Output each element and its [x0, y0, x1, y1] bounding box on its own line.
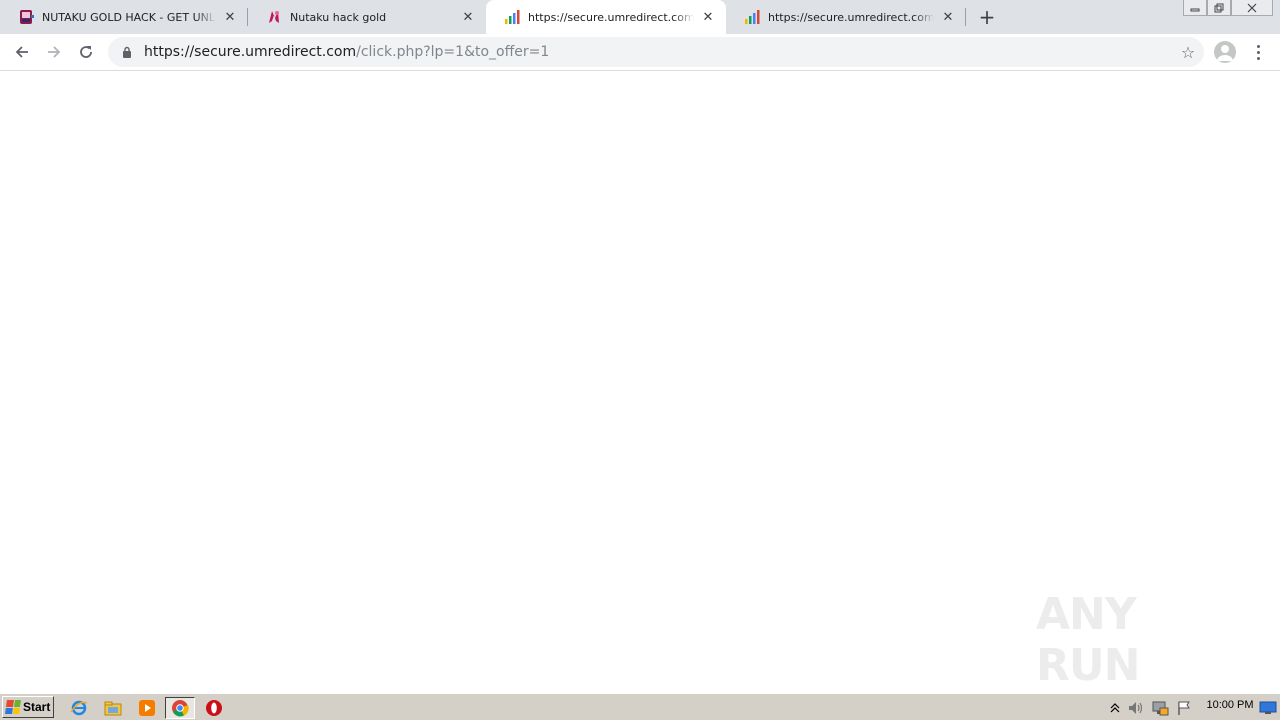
new-tab-button[interactable]: + [976, 5, 998, 29]
menu-dot-icon [1256, 56, 1260, 60]
volume-icon[interactable] [1126, 697, 1146, 719]
tab-umredirect[interactable]: https://secure.umredirect.com/click.php … [726, 0, 966, 34]
media-player-icon[interactable] [136, 697, 158, 719]
profile-avatar[interactable] [1214, 41, 1236, 63]
chrome-menu-button[interactable] [1248, 39, 1268, 65]
tab-umredirect-active[interactable]: https://secure.umredirect.com/click.php … [486, 0, 726, 34]
tab-separator [965, 8, 966, 26]
nutaku-n-favicon-icon [266, 9, 282, 25]
show-hidden-icons-button[interactable] [1108, 697, 1122, 719]
windows-logo-icon [5, 700, 21, 714]
network-icon[interactable] [1150, 697, 1170, 719]
menu-dot-icon [1256, 44, 1260, 48]
url-path: /click.php?lp=1&to_offer=1 [356, 44, 550, 60]
start-button[interactable]: Start [2, 696, 54, 718]
tab-close-icon[interactable]: ✕ [460, 9, 476, 25]
show-desktop-icon[interactable] [1258, 697, 1278, 719]
start-label: Start [23, 700, 51, 714]
tab-title: NUTAKU GOLD HACK - GET UNLIMITED [42, 10, 216, 24]
restore-icon [1214, 3, 1224, 12]
reload-button[interactable] [72, 38, 100, 66]
file-explorer-icon[interactable] [102, 697, 124, 719]
lock-icon[interactable] [120, 45, 134, 59]
chrome-taskbar-icon[interactable] [165, 697, 195, 719]
close-icon [1247, 3, 1257, 12]
restore-button[interactable] [1207, 0, 1231, 16]
minimize-button[interactable] [1183, 0, 1207, 16]
action-center-flag-icon[interactable] [1174, 697, 1194, 719]
reload-icon [80, 46, 92, 58]
browser-toolbar: https://secure.umredirect.com/click.php?… [0, 34, 1280, 71]
chevron-up-icon [1110, 703, 1120, 713]
watermark-text: ANY RUN [1036, 589, 1140, 691]
back-button[interactable] [8, 38, 36, 66]
tab-title: https://secure.umredirect.com/click.php [768, 10, 934, 24]
tab-close-icon[interactable]: ✕ [222, 9, 238, 25]
close-window-button[interactable] [1231, 0, 1273, 16]
bookmark-star-icon[interactable]: ☆ [1178, 42, 1198, 62]
url-host: https://secure.umredirect.com [144, 44, 357, 60]
tab-title: https://secure.umredirect.com/click.php [528, 10, 694, 24]
url-text[interactable]: https://secure.umredirect.com/click.php?… [144, 44, 549, 60]
windows-taskbar: Start 10:00 PM [0, 693, 1280, 720]
tab-strip: NUTAKU GOLD HACK - GET UNLIMITED ✕ Nutak… [0, 0, 1280, 34]
internet-explorer-icon[interactable] [68, 697, 90, 719]
minimize-icon [1190, 8, 1200, 11]
tab-nutaku-hack-gold[interactable]: Nutaku hack gold ✕ [248, 0, 486, 34]
tab-title: Nutaku hack gold [290, 10, 387, 24]
tab-nutaku-gold-hack[interactable]: NUTAKU GOLD HACK - GET UNLIMITED ✕ [0, 0, 248, 34]
person-icon [1217, 45, 1233, 61]
menu-dot-icon [1256, 50, 1260, 54]
bar-chart-favicon-icon [744, 9, 760, 25]
anyrun-watermark: ANY RUN [1036, 589, 1236, 691]
forward-arrow-icon [48, 46, 61, 58]
opera-icon[interactable] [203, 697, 225, 719]
nutaku-favicon-icon [18, 9, 34, 25]
taskbar-clock[interactable]: 10:00 PM [1200, 699, 1260, 711]
bar-chart-favicon-icon [504, 9, 520, 25]
forward-button[interactable] [40, 38, 68, 66]
tab-close-icon[interactable]: ✕ [700, 9, 716, 25]
tab-close-icon[interactable]: ✕ [940, 9, 956, 25]
back-arrow-icon [15, 46, 28, 58]
address-bar[interactable]: https://secure.umredirect.com/click.php?… [108, 37, 1204, 67]
